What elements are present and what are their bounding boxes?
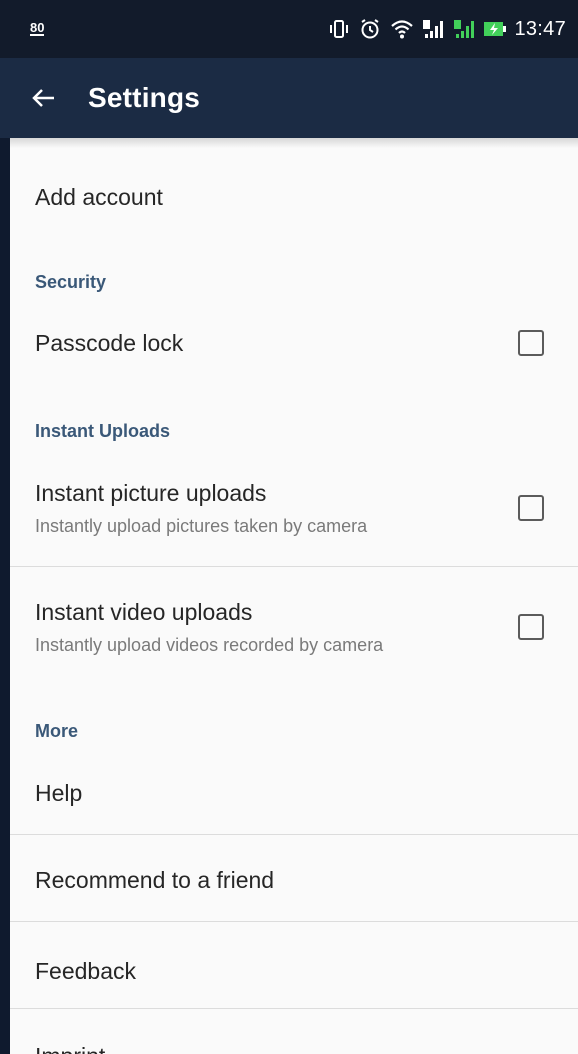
section-header-instant-uploads: Instant Uploads: [35, 421, 171, 441]
battery-charging-icon: [483, 18, 507, 40]
passcode-lock-label: Passcode lock: [35, 330, 184, 356]
recommend-label: Recommend to a friend: [35, 867, 275, 893]
feedback-item[interactable]: Feedback: [10, 922, 578, 1008]
app-bar: Settings: [0, 58, 578, 138]
add-account-label: Add account: [35, 184, 163, 210]
instant-video-uploads-item[interactable]: Instant video uploads Instantly upload v…: [10, 567, 578, 679]
page-title: Settings: [88, 82, 201, 113]
instant-picture-uploads-item[interactable]: Instant picture uploads Instantly upload…: [10, 460, 578, 566]
vibrate-icon: [328, 18, 350, 40]
wifi-icon: [390, 18, 414, 40]
status-icons: 13:47: [328, 18, 566, 41]
settings-list: Add account Security Passcode lock Insta…: [10, 138, 578, 1054]
passcode-lock-checkbox[interactable]: [518, 330, 544, 356]
instant-picture-uploads-summary: Instantly upload pictures taken by camer…: [35, 516, 368, 536]
imprint-label: Imprint: [35, 1043, 105, 1054]
help-item[interactable]: Help: [10, 758, 578, 834]
sim1-signal-icon: [421, 18, 444, 40]
recommend-item[interactable]: Recommend to a friend: [10, 835, 578, 921]
screen: 80 13:47 Settings Add account Security P…: [0, 0, 578, 1054]
clock: 13:47: [514, 17, 566, 40]
passcode-lock-item[interactable]: Passcode lock: [10, 308, 578, 378]
feedback-label: Feedback: [35, 958, 137, 984]
instant-video-uploads-label: Instant video uploads: [35, 599, 253, 625]
imprint-item[interactable]: Imprint: [10, 1009, 578, 1054]
section-header-security: Security: [35, 272, 107, 292]
instant-video-uploads-summary: Instantly upload videos recorded by came…: [35, 635, 384, 655]
help-label: Help: [35, 780, 83, 806]
add-account-item[interactable]: Add account: [10, 158, 578, 238]
status-bar: 80 13:47: [0, 0, 578, 58]
instant-video-uploads-checkbox[interactable]: [518, 614, 544, 640]
sim2-signal-icon: [452, 18, 475, 40]
alarm-icon: [359, 18, 381, 40]
section-header-more: More: [35, 721, 79, 741]
instant-picture-uploads-checkbox[interactable]: [518, 495, 544, 521]
notification-badge: 80: [30, 20, 45, 36]
left-edge: [0, 138, 10, 1054]
back-arrow-icon[interactable]: [0, 58, 88, 138]
instant-picture-uploads-label: Instant picture uploads: [35, 480, 267, 506]
